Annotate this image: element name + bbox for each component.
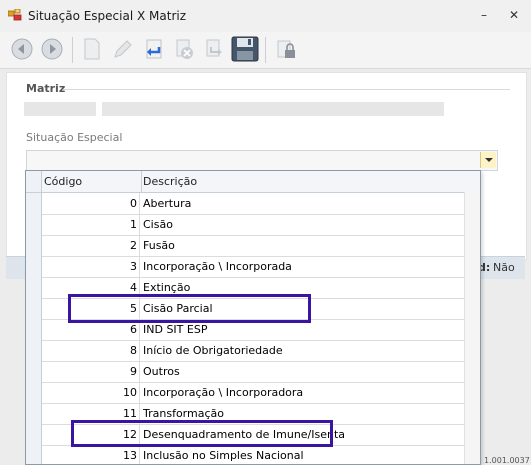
row-description: Cisão	[143, 218, 173, 231]
row-selector	[26, 361, 42, 382]
undo-icon	[146, 39, 162, 59]
delete-icon	[176, 39, 193, 59]
row-code: 0	[42, 193, 140, 214]
lock-button[interactable]	[272, 35, 300, 63]
grid-header: Código Descrição	[26, 171, 480, 193]
new-document-icon	[84, 38, 100, 60]
back-arrow-icon	[11, 38, 33, 60]
row-selector-header	[26, 171, 42, 192]
row-selector	[26, 424, 42, 445]
lock-icon	[277, 40, 295, 58]
row-code: 9	[42, 361, 140, 382]
chevron-down-icon	[485, 158, 493, 162]
section-title: Matriz	[26, 82, 66, 95]
row-description: Abertura	[143, 197, 192, 210]
dropdown-button[interactable]	[480, 152, 496, 168]
row-description: Fusão	[143, 239, 175, 252]
forward-arrow-icon	[41, 38, 63, 60]
row-code: 10	[42, 382, 140, 403]
row-selector	[26, 214, 42, 235]
undo-button[interactable]	[140, 35, 168, 63]
highlight-box	[68, 294, 311, 323]
new-button[interactable]	[78, 35, 106, 63]
row-description: Outros	[143, 365, 180, 378]
row-code: 8	[42, 340, 140, 361]
footer-code: 1.001.0037	[484, 456, 530, 465]
row-selector	[26, 403, 42, 424]
section-divider	[63, 89, 510, 90]
vertical-scrollbar[interactable]	[464, 192, 480, 464]
row-code: 1	[42, 214, 140, 235]
row-selector	[26, 382, 42, 403]
save-icon	[231, 36, 259, 62]
row-selector	[26, 193, 42, 214]
redo-button[interactable]	[200, 35, 228, 63]
row-code: 3	[42, 256, 140, 277]
row-description: Incorporação \ Incorporada	[143, 260, 292, 273]
row-selector	[26, 445, 42, 464]
toolbar-separator	[265, 37, 266, 63]
title-bar: Situação Especial X Matriz – ✕	[0, 0, 531, 33]
save-button[interactable]	[231, 35, 259, 63]
toolbar	[0, 32, 531, 69]
window-title: Situação Especial X Matriz	[28, 9, 187, 23]
row-selector	[26, 340, 42, 361]
row-code: 13	[42, 445, 140, 464]
close-button[interactable]: ✕	[506, 8, 522, 22]
edit-button[interactable]	[108, 35, 136, 63]
app-icon	[8, 9, 22, 21]
row-description: Inclusão no Simples Nacional	[143, 449, 304, 462]
toolbar-separator	[72, 37, 73, 63]
highlight-box	[71, 420, 333, 447]
minimize-button[interactable]: –	[476, 8, 492, 22]
row-selector	[26, 256, 42, 277]
table-row[interactable]: 2 Fusão	[26, 235, 464, 257]
row-code: 2	[42, 235, 140, 256]
situacao-dropdown-list[interactable]: Código Descrição 0 Abertura 1 Cisão 2 Fu…	[25, 170, 481, 465]
redo-icon	[206, 39, 222, 57]
back-button[interactable]	[8, 35, 36, 63]
table-row[interactable]: 3 Incorporação \ Incorporada	[26, 256, 464, 278]
row-selector	[26, 298, 42, 319]
table-row[interactable]: 1 Cisão	[26, 214, 464, 236]
situacao-combobox[interactable]	[26, 150, 498, 171]
table-row[interactable]: 0 Abertura	[26, 193, 464, 215]
edit-icon	[114, 40, 132, 58]
row-selector	[26, 235, 42, 256]
situacao-label: Situação Especial	[26, 131, 123, 144]
row-selector	[26, 277, 42, 298]
row-description: Incorporação \ Incorporadora	[143, 386, 304, 399]
table-row[interactable]: 10 Incorporação \ Incorporadora	[26, 382, 464, 404]
row-description: Início de Obrigatoriedade	[143, 344, 283, 357]
column-header-codigo[interactable]: Código	[42, 171, 142, 192]
row-selector	[26, 319, 42, 340]
matriz-name-field[interactable]	[102, 102, 444, 116]
matriz-code-field[interactable]	[24, 102, 96, 116]
table-row[interactable]: 9 Outros	[26, 361, 464, 383]
forward-button[interactable]	[38, 35, 66, 63]
table-row[interactable]: 13 Inclusão no Simples Nacional	[26, 445, 464, 464]
ativo-value: Não	[493, 261, 515, 274]
delete-button[interactable]	[170, 35, 198, 63]
column-header-descricao[interactable]: Descrição	[141, 171, 463, 192]
table-row[interactable]: 8 Início de Obrigatoriedade	[26, 340, 464, 362]
